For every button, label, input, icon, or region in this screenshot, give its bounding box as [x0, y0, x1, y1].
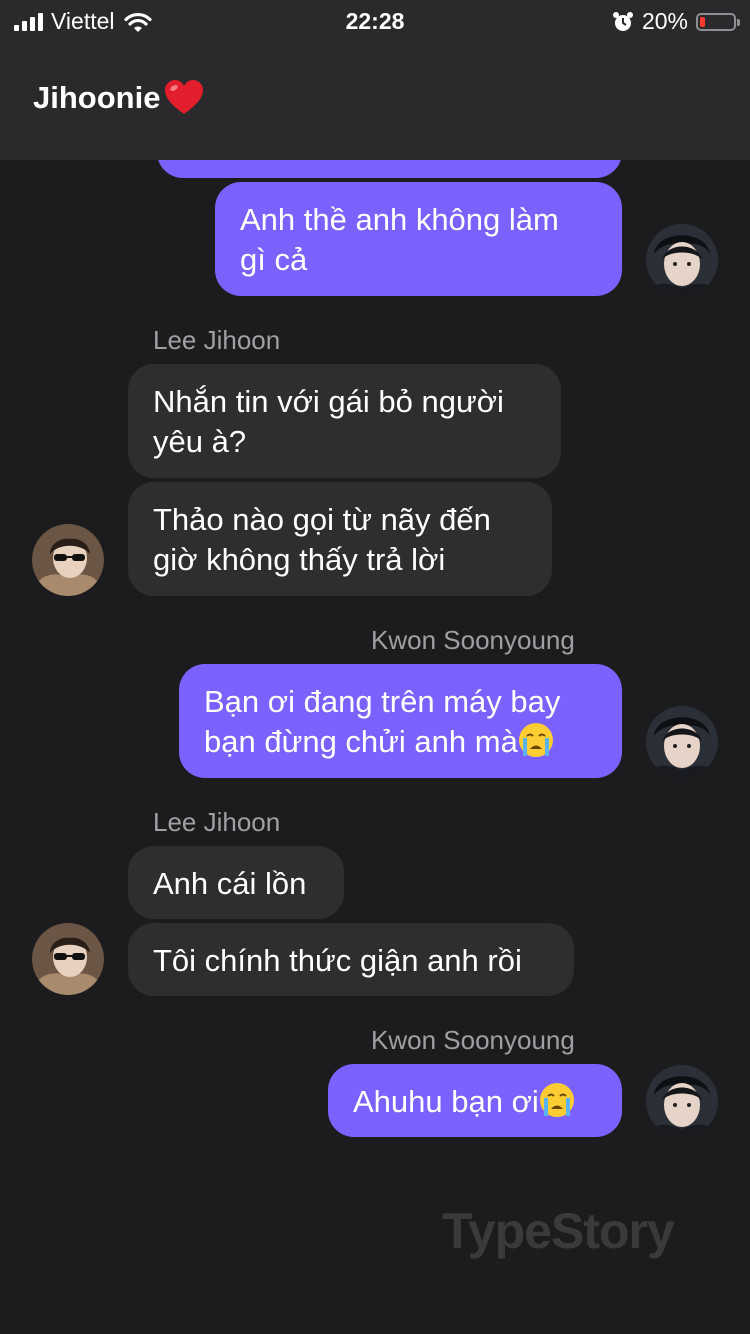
- message-bubble[interactable]: Nhắn tin với gái bỏ người yêu à?: [128, 364, 561, 478]
- avatar-kwon-soonyoung[interactable]: [646, 224, 718, 296]
- message-text: giờ không thấy trả lời: [153, 542, 446, 577]
- sender-name: Kwon Soonyoung: [371, 625, 575, 655]
- message-bubble[interactable]: Ahuhu bạn ơi: [328, 1064, 622, 1137]
- contact-name: Jihoonie: [33, 80, 161, 115]
- message-text: gì cả: [240, 242, 308, 277]
- message-bubble[interactable]: Anh cái lồn: [128, 846, 344, 919]
- message-text: Nhắn tin với gái bỏ người: [153, 384, 504, 419]
- status-right: 20%: [612, 8, 740, 35]
- message-text: Tôi chính thức giận anh rồi: [153, 943, 522, 978]
- message-bubble[interactable]: Bạn ơi đang trên máy bay bạn đừng chửi a…: [179, 664, 622, 778]
- message-text: Ahuhu bạn ơi: [353, 1084, 539, 1119]
- watermark: TypeStory: [442, 1203, 675, 1259]
- chat-header: Jihoonie: [0, 40, 750, 160]
- sender-name: Kwon Soonyoung: [371, 1025, 575, 1055]
- heart-icon: [165, 80, 204, 114]
- message-list[interactable]: Anh thề anh không làm gì cả Lee Jihoon N…: [0, 160, 750, 1334]
- battery-icon: [696, 12, 740, 31]
- battery-percent: 20%: [641, 8, 688, 34]
- message-text: Bạn ơi đang trên máy bay: [204, 684, 561, 719]
- alarm-icon: [612, 11, 633, 31]
- avatar-lee-jihoon[interactable]: [32, 923, 104, 995]
- avatar-kwon-soonyoung[interactable]: [646, 1065, 718, 1137]
- status-bar: Viettel 22:28 20%: [0, 0, 750, 40]
- sender-name: Lee Jihoon: [153, 325, 281, 355]
- chat-title[interactable]: Jihoonie: [33, 80, 204, 116]
- message-bubble[interactable]: Tôi chính thức giận anh rồi: [128, 923, 574, 996]
- message-text: Anh cái lồn: [153, 866, 307, 901]
- message-text: yêu à?: [153, 424, 247, 459]
- crying-face-emoji: [518, 723, 553, 757]
- message-bubble[interactable]: Thảo nào gọi từ nãy đến giờ không thấy t…: [128, 482, 552, 596]
- message-text: Thảo nào gọi từ nãy đến: [153, 502, 491, 537]
- sender-name: Lee Jihoon: [153, 807, 281, 837]
- message-text-line: bạn đừng chửi anh mà: [204, 722, 597, 762]
- avatar-kwon-soonyoung[interactable]: [646, 706, 718, 778]
- message-text: Anh thề anh không làm: [240, 202, 559, 237]
- crying-face-emoji: [539, 1083, 574, 1117]
- message-bubble[interactable]: Anh thề anh không làm gì cả: [215, 182, 622, 296]
- avatar-lee-jihoon[interactable]: [32, 524, 104, 596]
- message-bubble-clipped[interactable]: [157, 160, 622, 178]
- message-text: bạn đừng chửi anh mà: [204, 724, 518, 759]
